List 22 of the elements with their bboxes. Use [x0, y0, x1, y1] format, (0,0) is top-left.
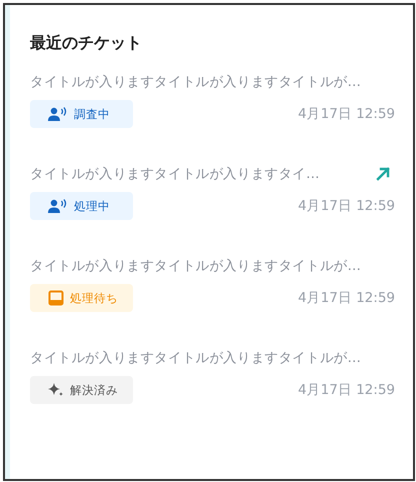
ticket-title[interactable]: タイトルが入りますタイトルが入りますタイ…	[30, 165, 320, 183]
person-icon	[48, 107, 68, 121]
ticket-row[interactable]: タイトルが入りますタイトルが入りますタイトルが… 調査中 4月17日 12:59	[30, 72, 397, 128]
status-badge: 処理待ち	[30, 284, 133, 312]
ticket-row[interactable]: タイトルが入りますタイトルが入りますタイ… 処理中 4月17日 12:59	[30, 164, 397, 220]
status-badge: 調査中	[30, 100, 133, 128]
ticket-title[interactable]: タイトルが入りますタイトルが入りますタイトルが…	[30, 257, 361, 275]
tray-icon	[48, 290, 64, 306]
ticket-date: 4月17日 12:59	[298, 105, 395, 123]
ticket-title[interactable]: タイトルが入りますタイトルが入りますタイトルが…	[30, 349, 361, 367]
sparkle-icon	[48, 383, 64, 397]
ticket-row[interactable]: タイトルが入りますタイトルが入りますタイトルが… 処理待ち 4月17日 12:59	[30, 256, 397, 312]
person-icon	[48, 199, 68, 213]
ticket-date: 4月17日 12:59	[298, 289, 395, 307]
card-title: 最近のチケット	[30, 33, 143, 54]
ticket-title[interactable]: タイトルが入りますタイトルが入りますタイトルが…	[30, 73, 361, 91]
arrow-icon[interactable]	[375, 166, 391, 182]
status-badge: 処理中	[30, 192, 133, 220]
ticket-date: 4月17日 12:59	[298, 381, 395, 399]
ticket-row[interactable]: タイトルが入りますタイトルが入りますタイトルが… 解決済み 4月17日 12:59	[30, 348, 397, 404]
status-badge: 解決済み	[30, 376, 133, 404]
ticket-date: 4月17日 12:59	[298, 197, 395, 215]
